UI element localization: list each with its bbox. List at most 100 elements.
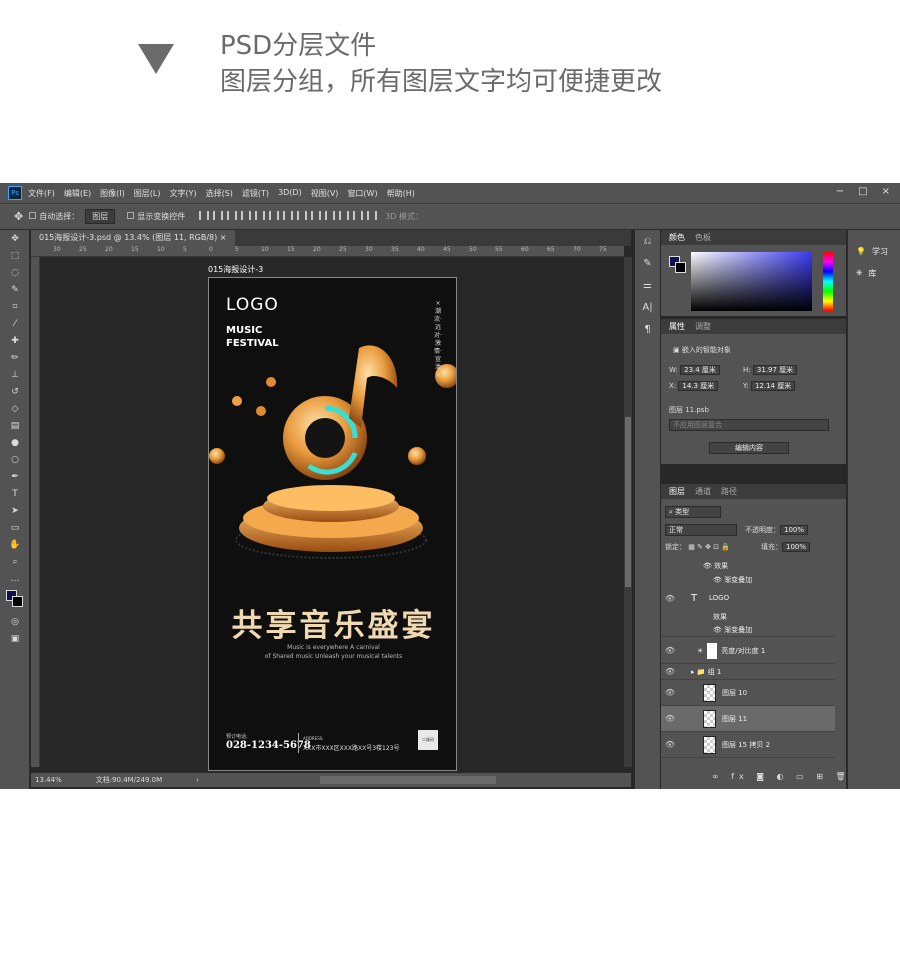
background-swatch[interactable] bbox=[675, 262, 686, 273]
auto-select-checkbox[interactable]: 自动选择： bbox=[29, 211, 79, 222]
y-field[interactable]: 12.14 厘米 bbox=[750, 381, 796, 391]
menu-type[interactable]: 文字(Y) bbox=[169, 188, 196, 199]
color-swatches-icon[interactable] bbox=[0, 587, 30, 613]
lasso-tool-icon[interactable]: ◌ bbox=[0, 264, 30, 281]
hand-tool-icon[interactable]: ✋ bbox=[0, 536, 30, 553]
layer-gradient-overlay-row[interactable]: 👁 渐变叠加 bbox=[661, 573, 835, 587]
tab-paths[interactable]: 路径 bbox=[721, 486, 737, 497]
character-panel-icon[interactable]: A| bbox=[635, 296, 660, 318]
brush-tool-icon[interactable]: ✏ bbox=[0, 349, 30, 366]
adjust-panel-icon[interactable]: ⚌ bbox=[635, 274, 660, 296]
layer-row-brightness[interactable]: 👁 ☀ 亮度/对比度 1 bbox=[661, 638, 835, 664]
artboard-label[interactable]: 015海报设计-3 bbox=[208, 264, 263, 275]
menu-edit[interactable]: 编辑(E) bbox=[64, 188, 91, 199]
layer-effects-row[interactable]: 效果 bbox=[661, 610, 835, 624]
opacity-field[interactable]: 100% bbox=[780, 525, 809, 535]
width-field[interactable]: 23.4 厘米 bbox=[680, 365, 720, 375]
visibility-eye-icon[interactable]: 👁 bbox=[713, 626, 722, 634]
path-select-icon[interactable]: ➤ bbox=[0, 502, 30, 519]
tab-channels[interactable]: 通道 bbox=[695, 486, 711, 497]
learn-panel[interactable]: 💡 学习 bbox=[848, 240, 900, 262]
history-panel-icon[interactable]: ⎌ bbox=[635, 230, 660, 252]
tab-layers[interactable]: 图层 bbox=[669, 486, 685, 497]
pen-tool-icon[interactable]: ✒ bbox=[0, 468, 30, 485]
eyedropper-icon[interactable]: ⁄ bbox=[0, 315, 30, 332]
zoom-tool-icon[interactable]: ⌕ bbox=[0, 553, 30, 570]
layer-effects-row[interactable]: 👁 效果 bbox=[661, 559, 835, 573]
visibility-eye-icon[interactable]: 👁 bbox=[703, 562, 712, 570]
menu-file[interactable]: 文件(F) bbox=[28, 188, 55, 199]
poster-artboard[interactable]: LOGO MUSIC FESTIVAL ×潮流·远对·激情·宣泄× 共享音乐盛宴… bbox=[208, 277, 457, 771]
menu-layer[interactable]: 图层(L) bbox=[134, 188, 161, 199]
blur-tool-icon[interactable]: ● bbox=[0, 434, 30, 451]
gradient-tool-icon[interactable]: ▤ bbox=[0, 417, 30, 434]
canvas-horizontal-scrollbar[interactable] bbox=[320, 776, 496, 784]
visibility-eye-icon[interactable]: 👁 bbox=[713, 576, 722, 584]
tab-color[interactable]: 颜色 bbox=[669, 232, 685, 243]
layers-footer-icons[interactable]: ∞ fx ◙ ◐ ▭ ⊞ 🗑 bbox=[712, 772, 851, 781]
visibility-eye-icon[interactable]: 👁 bbox=[661, 740, 679, 749]
crop-tool-icon[interactable]: ⌗ bbox=[0, 298, 30, 315]
tab-properties[interactable]: 属性 bbox=[669, 321, 685, 332]
hue-slider[interactable] bbox=[823, 252, 833, 311]
minimize-button[interactable]: − bbox=[836, 186, 844, 197]
layer-dropdown[interactable]: 图层 bbox=[85, 209, 116, 224]
show-transform-checkbox[interactable]: 显示变换控件 bbox=[127, 211, 185, 222]
layer-row[interactable]: 👁 图层 15 拷贝 2 bbox=[661, 732, 835, 758]
layer-row-group[interactable]: 👁 ▸ 📁 组 1 bbox=[661, 664, 835, 680]
stamp-tool-icon[interactable]: ⊥ bbox=[0, 366, 30, 383]
brush-panel-icon[interactable]: ✎ bbox=[635, 252, 660, 274]
menu-filter[interactable]: 滤镜(T) bbox=[242, 188, 269, 199]
fill-field[interactable]: 100% bbox=[782, 542, 811, 552]
history-brush-icon[interactable]: ↺ bbox=[0, 383, 30, 400]
menu-image[interactable]: 图像(I) bbox=[100, 188, 125, 199]
layer-row[interactable]: 👁 图层 10 bbox=[661, 680, 835, 706]
doc-size[interactable]: 文档:90.4M/249.0M bbox=[96, 775, 162, 785]
canvas-area[interactable]: 015海报设计-3 LOGO MUSIC FESTIVAL ×潮流·远对·激情·… bbox=[40, 257, 624, 771]
menu-view[interactable]: 视图(V) bbox=[311, 188, 339, 199]
quick-select-icon[interactable]: ✎ bbox=[0, 281, 30, 298]
visibility-eye-icon[interactable]: 👁 bbox=[661, 688, 679, 697]
x-field[interactable]: 14.3 厘米 bbox=[678, 381, 719, 391]
color-field[interactable] bbox=[691, 252, 812, 311]
tab-swatches[interactable]: 色板 bbox=[695, 232, 711, 243]
more-tools-icon[interactable]: … bbox=[0, 570, 30, 587]
blend-mode-select[interactable]: 正常 bbox=[665, 524, 737, 536]
eraser-icon[interactable]: ◇ bbox=[0, 400, 30, 417]
screen-mode-icon[interactable]: ▣ bbox=[0, 630, 30, 647]
menu-help[interactable]: 帮助(H) bbox=[387, 188, 415, 199]
layer-gradient-overlay-row[interactable]: 👁 渐变叠加 bbox=[661, 623, 835, 637]
move-tool-icon[interactable]: ✥ bbox=[14, 210, 23, 223]
layer-filter-select[interactable]: ⌕ 类型 bbox=[665, 506, 721, 518]
close-button[interactable]: × bbox=[882, 186, 890, 197]
status-arrow-icon[interactable]: › bbox=[196, 776, 199, 784]
move-tool-icon[interactable]: ✥ bbox=[0, 230, 30, 247]
align-icons[interactable] bbox=[197, 211, 379, 222]
layer-row-logo[interactable]: 👁 T LOGO bbox=[661, 587, 835, 609]
visibility-eye-icon[interactable]: 👁 bbox=[661, 667, 679, 676]
menu-select[interactable]: 选择(S) bbox=[206, 188, 233, 199]
zoom-level[interactable]: 13.44% bbox=[35, 776, 62, 784]
tab-adjustments[interactable]: 调整 bbox=[695, 321, 711, 332]
close-tab-icon[interactable]: × bbox=[220, 233, 227, 242]
dodge-tool-icon[interactable]: ○ bbox=[0, 451, 30, 468]
visibility-eye-icon[interactable]: 👁 bbox=[661, 646, 679, 655]
visibility-eye-icon[interactable]: 👁 bbox=[661, 714, 679, 723]
menu-3d[interactable]: 3D(D) bbox=[278, 188, 302, 199]
edit-contents-button[interactable]: 编辑内容 bbox=[709, 442, 789, 454]
type-tool-icon[interactable]: T bbox=[0, 485, 30, 502]
document-tab[interactable]: 015海报设计-3.psd @ 13.4% (图层 11, RGB/8) × bbox=[31, 230, 235, 246]
height-field[interactable]: 31.97 厘米 bbox=[752, 365, 798, 375]
canvas-vertical-scrollbar[interactable] bbox=[624, 257, 632, 767]
shape-tool-icon[interactable]: ▭ bbox=[0, 519, 30, 536]
layer-comp-select[interactable]: 不应用图层复合 bbox=[669, 419, 829, 431]
marquee-tool-icon[interactable]: ⬚ bbox=[0, 247, 30, 264]
menu-window[interactable]: 窗口(W) bbox=[347, 188, 377, 199]
paragraph-panel-icon[interactable]: ¶ bbox=[635, 318, 660, 340]
visibility-eye-icon[interactable]: 👁 bbox=[661, 594, 679, 603]
healing-brush-icon[interactable]: ✚ bbox=[0, 332, 30, 349]
quick-mask-icon[interactable]: ◎ bbox=[0, 613, 30, 630]
maximize-button[interactable]: □ bbox=[858, 186, 867, 197]
layer-row-selected[interactable]: 👁 图层 11 bbox=[661, 706, 835, 732]
library-panel[interactable]: ⎈ 库 bbox=[848, 262, 900, 284]
